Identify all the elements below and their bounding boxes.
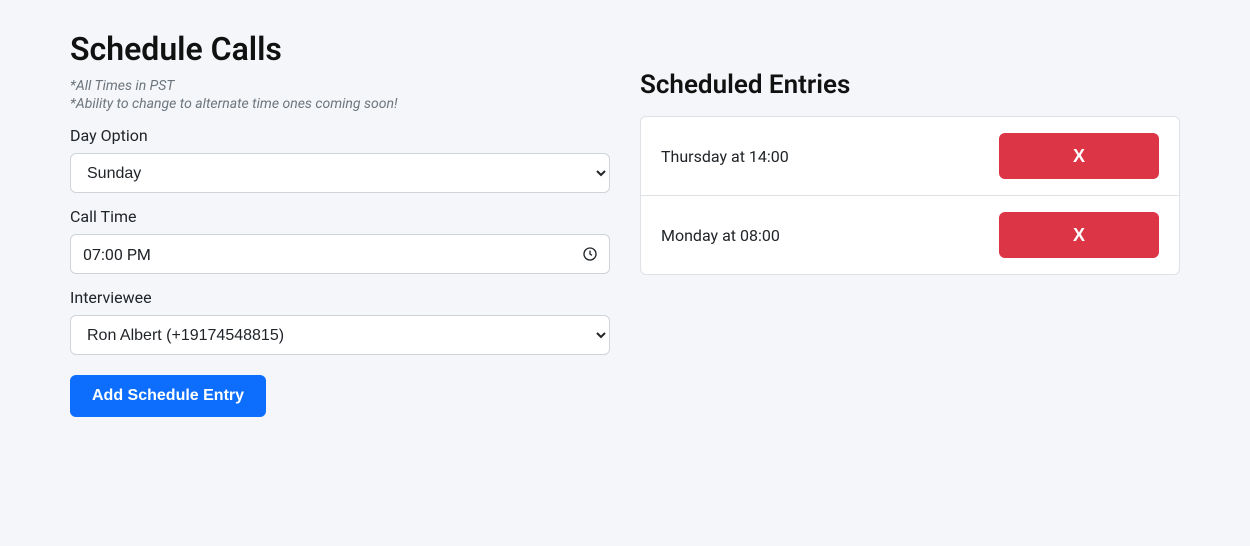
schedule-form: Schedule Calls *All Times in PST *Abilit…	[70, 30, 610, 417]
entry-text: Monday at 08:00	[661, 226, 780, 245]
add-schedule-entry-button[interactable]: Add Schedule Entry	[70, 375, 266, 417]
entry-row: Thursday at 14:00 X	[641, 117, 1179, 196]
page-title: Schedule Calls	[70, 30, 610, 68]
call-time-input[interactable]	[70, 234, 610, 274]
day-option-select[interactable]: Sunday	[70, 153, 610, 193]
delete-entry-button[interactable]: X	[999, 212, 1159, 258]
entry-row: Monday at 08:00 X	[641, 196, 1179, 274]
interviewee-label: Interviewee	[70, 288, 610, 307]
scheduled-entries-title: Scheduled Entries	[640, 70, 1180, 100]
interviewee-select[interactable]: Ron Albert (+19174548815)	[70, 315, 610, 355]
call-time-label: Call Time	[70, 207, 610, 226]
delete-entry-button[interactable]: X	[999, 133, 1159, 179]
note-coming-soon: *Ability to change to alternate time one…	[70, 96, 610, 112]
day-option-label: Day Option	[70, 126, 610, 145]
scheduled-entries-panel: Scheduled Entries Thursday at 14:00 X Mo…	[640, 30, 1180, 417]
entries-list: Thursday at 14:00 X Monday at 08:00 X	[640, 116, 1180, 275]
entry-text: Thursday at 14:00	[661, 147, 789, 166]
note-timezone: *All Times in PST	[70, 78, 610, 94]
